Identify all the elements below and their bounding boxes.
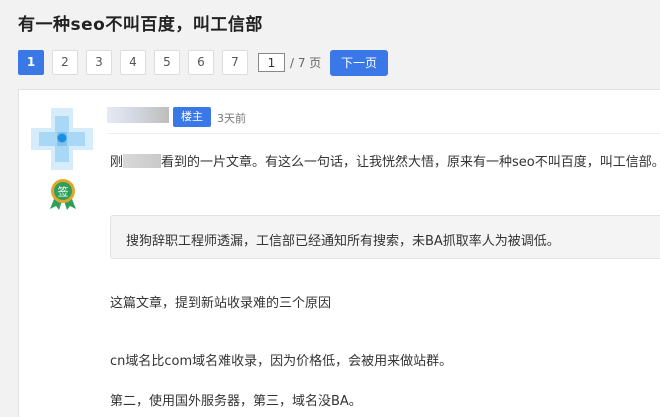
page-button-7[interactable]: 7 (222, 50, 248, 75)
next-page-button[interactable]: 下一页 (330, 50, 388, 76)
paragraph-1: 刚 看到的一片文章。有这么一句话，让我恍然大悟，原来有一种seo不叫百度，叫工信部… (110, 151, 660, 170)
paragraph-1-start: 刚 (110, 155, 124, 170)
paragraph-1-text: 看到的一片文章。有这么一句话，让我恍然大悟，原来有一种seo不叫百度，叫工信部。 (161, 155, 660, 170)
thread-page: 有一种seo不叫百度，叫工信部 1 2 3 4 5 6 7 / 7 页 下一页 … (0, 0, 660, 417)
page-total-label: / 7 页 (290, 56, 322, 70)
page-button-1[interactable]: 1 (18, 50, 44, 75)
page-button-5[interactable]: 5 (154, 50, 180, 75)
paragraph-4: 第二，使用国外服务器，第三，域名没BA。 (110, 394, 362, 409)
medal-icon: 签 (50, 179, 76, 210)
quote-text: 搜狗辞职工程师透漏，工信部已经通知所有搜索，未BA抓取率人为被调低。 (126, 234, 560, 249)
author-badge: 楼主 (173, 107, 211, 127)
username-redacted[interactable] (107, 107, 169, 123)
quote-block: 搜狗辞职工程师透漏，工信部已经通知所有搜索，未BA抓取率人为被调低。 (110, 215, 660, 259)
page-button-2[interactable]: 2 (52, 50, 78, 75)
paragraph-3: cn域名比com域名难收录，因为价格低，会被用来做站群。 (110, 354, 453, 369)
page-button-4[interactable]: 4 (120, 50, 146, 75)
page-title: 有一种seo不叫百度，叫工信部 (18, 15, 263, 35)
svg-text:签: 签 (58, 185, 69, 199)
post-card: 签 楼主 3天前 刚 看到的一片文章。有这么一句话，让我恍然大悟，原来有一种seo… (18, 89, 660, 417)
paragraph-2: 这篇文章，提到新站收录难的三个原因 (110, 296, 332, 311)
avatar[interactable] (31, 108, 93, 170)
page-button-6[interactable]: 6 (188, 50, 214, 75)
page-button-3[interactable]: 3 (86, 50, 112, 75)
post-time: 3天前 (217, 112, 246, 125)
redacted-name (123, 154, 162, 168)
page-jump-input[interactable] (258, 53, 285, 72)
divider (107, 133, 660, 134)
